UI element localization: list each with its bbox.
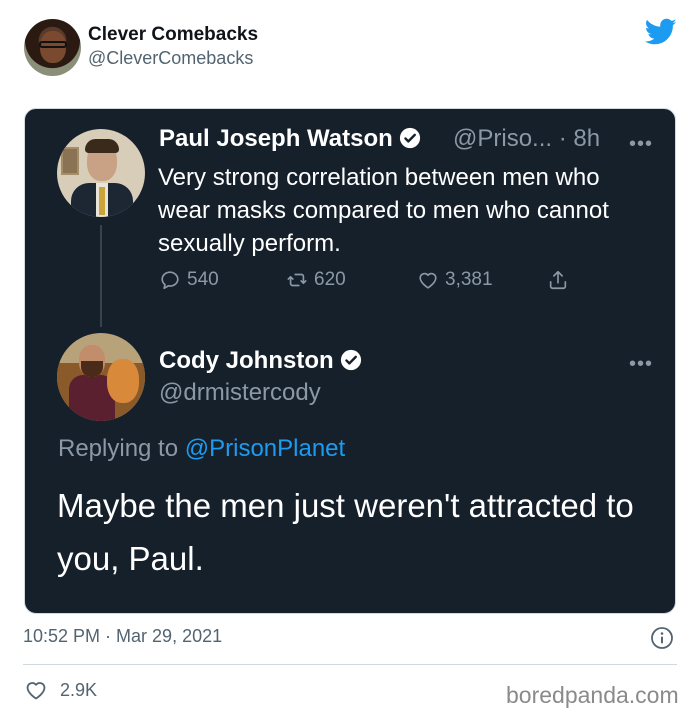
info-icon[interactable] — [650, 626, 674, 650]
tweet-timestamp[interactable]: 10:52 PM · Mar 29, 2021 — [23, 626, 222, 647]
replying-prefix: Replying to — [58, 435, 185, 462]
twitter-bird-icon[interactable] — [645, 18, 677, 46]
avatar-background-frame — [61, 147, 79, 175]
tweet1-author[interactable]: Paul Joseph Watson — [159, 125, 421, 153]
author-handle[interactable]: @CleverComebacks — [88, 48, 253, 69]
retweet-count: 620 — [314, 269, 346, 290]
avatar-glasses — [39, 41, 67, 48]
reply-button[interactable]: 540 — [159, 269, 219, 291]
retweet-button[interactable]: 620 — [286, 269, 346, 291]
verified-badge-icon — [399, 127, 420, 149]
heart-icon — [26, 682, 46, 700]
tweet1-author-name[interactable]: Paul Joseph Watson — [159, 125, 393, 152]
avatar-paul[interactable] — [57, 129, 145, 217]
share-icon — [549, 270, 567, 290]
verified-badge-icon — [340, 349, 361, 371]
reply-count: 540 — [187, 269, 219, 290]
avatar-tie — [99, 187, 105, 215]
tweet2-text: Maybe the men just weren't attracted to … — [57, 487, 634, 577]
avatar-cat — [107, 359, 139, 403]
share-button[interactable] — [547, 269, 575, 291]
replying-to: Replying to @PrisonPlanet — [58, 435, 345, 463]
more-options-icon[interactable]: ••• — [629, 353, 653, 376]
avatar-cody[interactable] — [57, 333, 145, 421]
tweet1-meta[interactable]: @Priso... · 8h — [453, 125, 600, 153]
likes-count: 2.9K — [60, 679, 98, 700]
retweet-icon — [287, 273, 307, 287]
like-count: 3,381 — [445, 269, 493, 290]
replying-to-link[interactable]: @PrisonPlanet — [185, 435, 345, 462]
likes-button[interactable]: 2.9K — [24, 678, 97, 702]
tweet1-actions: 540 620 3,381 — [25, 269, 675, 301]
quoted-screenshot: Paul Joseph Watson @Priso... · 8h ••• Ve… — [24, 108, 676, 614]
heart-icon — [419, 272, 437, 289]
reply-icon — [161, 271, 179, 290]
tweet-header: Clever Comebacks @CleverComebacks — [0, 0, 700, 100]
watermark: boredpanda.com — [506, 682, 679, 708]
more-options-icon[interactable]: ••• — [629, 133, 653, 156]
tweet2-handle[interactable]: @drmistercody — [159, 379, 321, 407]
avatar-hair — [85, 139, 119, 153]
divider — [23, 664, 677, 665]
avatar[interactable] — [24, 19, 81, 76]
author-name[interactable]: Clever Comebacks — [88, 24, 258, 46]
like-button[interactable]: 3,381 — [417, 269, 493, 291]
tweet2-author[interactable]: Cody Johnston — [159, 347, 362, 375]
tweet1-text: Very strong correlation between men who … — [158, 164, 609, 257]
tweet2-author-name[interactable]: Cody Johnston — [159, 347, 334, 374]
